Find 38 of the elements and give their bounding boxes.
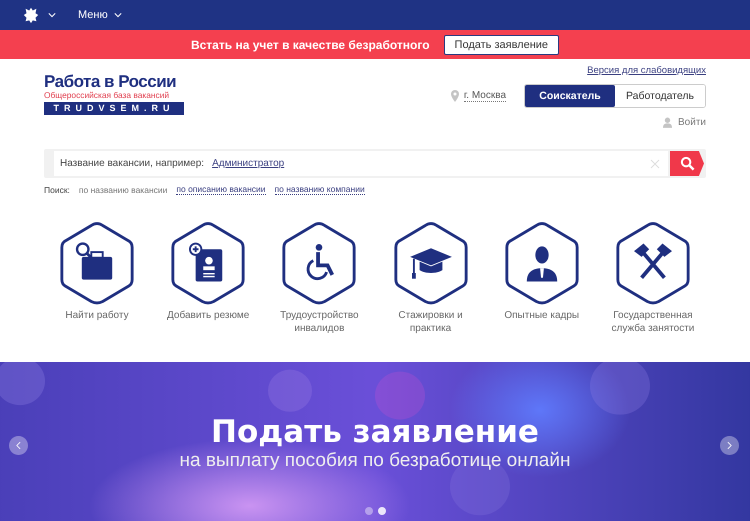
category-label[interactable]: Опытные кадры	[492, 309, 592, 322]
login-link[interactable]: Войти	[678, 117, 706, 128]
role-tab[interactable]: Соискатель	[525, 85, 615, 107]
crossed-hammers-icon[interactable]	[614, 220, 691, 307]
category-label[interactable]: Добавить резюме	[158, 309, 258, 322]
example-link[interactable]: Администратор	[212, 158, 284, 169]
category-label[interactable]: Найти работу	[47, 309, 147, 322]
businessman-icon[interactable]	[504, 220, 580, 307]
banner-subtitle: на выплату пособия по безработице онлайн	[180, 450, 570, 472]
apply-button[interactable]: Подать заявление	[444, 34, 560, 54]
slide-dot[interactable]	[364, 507, 372, 515]
banner-title: Подать заявление	[211, 414, 539, 450]
wheelchair-icon[interactable]	[281, 220, 358, 307]
chevron-icon	[114, 12, 122, 18]
search-mode-link[interactable]: по названию компании	[274, 184, 365, 195]
category-label[interactable]: Стажировки и практика	[380, 309, 481, 335]
search-field[interactable]: Название вакансии, например: Администратор	[54, 151, 668, 176]
search-mode-link[interactable]: по описанию вакансии	[176, 184, 266, 195]
search-hint: Название вакансии, например:	[60, 158, 204, 169]
resume-add-icon[interactable]	[170, 220, 246, 307]
chevron-icon[interactable]	[48, 12, 56, 18]
search-mode-link[interactable]: по названию вакансии	[78, 184, 168, 194]
promo-text: Встать на учет в качестве безработного	[190, 38, 430, 52]
category-label[interactable]: Государственная служба занятости	[602, 309, 703, 335]
city-link[interactable]: г. Москва	[464, 90, 506, 102]
logo-domain: TRUDVSEM.RU	[44, 102, 184, 115]
emblem-icon[interactable]	[22, 6, 40, 24]
menu-button[interactable]: Меню	[78, 9, 122, 21]
logo-title: Работа в России	[44, 73, 178, 91]
briefcase-search-icon[interactable]	[59, 220, 135, 307]
graduation-cap-icon[interactable]	[392, 220, 469, 307]
location-pin-icon	[450, 90, 459, 102]
accessibility-link[interactable]: Версия для слабовидящих	[587, 65, 706, 76]
search-button[interactable]	[670, 151, 704, 176]
search-icon	[680, 156, 694, 171]
logo-subtitle: Общероссийская база вакансий	[44, 91, 170, 100]
category-label[interactable]: Трудоустройство инвалидов	[269, 309, 370, 335]
search-mode-label: Поиск:	[44, 184, 70, 194]
